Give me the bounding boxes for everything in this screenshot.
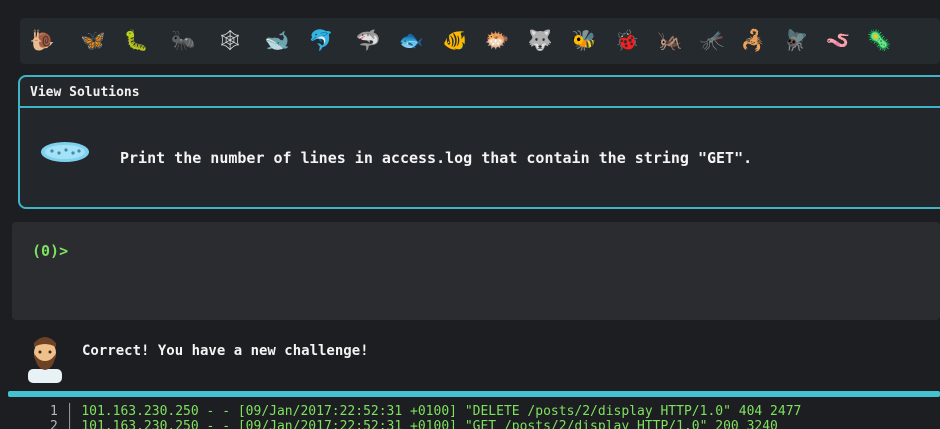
- progress-bar: [8, 391, 940, 397]
- species-icon-bar: 🐌 🦋 🐛 🐜 🕸 🐋 🐬 🦈 🐟 🐠 🐡 🐺 🐝 🐞 🦗 🦟 🦂 🪰 🪱 🦠: [20, 18, 940, 64]
- spider-web-icon[interactable]: 🕸: [216, 26, 244, 54]
- log-line: 2 │ 101.163.230.250 - - [09/Jan/2017:22:…: [50, 420, 778, 429]
- worm-icon[interactable]: 🪱: [824, 26, 852, 54]
- terminal-input[interactable]: (0)>: [12, 222, 940, 320]
- view-solutions-link[interactable]: View Solutions: [30, 85, 140, 100]
- snail-icon[interactable]: 🐌: [28, 26, 56, 54]
- line-number: 1: [50, 404, 58, 419]
- fish-icon[interactable]: 🐟: [397, 26, 425, 54]
- microbe-icon: [41, 142, 89, 162]
- feedback-message: Correct! You have a new challenge!: [82, 343, 369, 359]
- butterfly-icon[interactable]: 🦋: [79, 26, 107, 54]
- mosquito-icon[interactable]: 🦟: [698, 26, 726, 54]
- fly-icon[interactable]: 🪰: [782, 26, 810, 54]
- log-text: 101.163.230.250 - - [09/Jan/2017:22:52:3…: [81, 404, 802, 419]
- caterpillar-icon[interactable]: 🐛: [122, 26, 150, 54]
- dolphin-icon[interactable]: 🐬: [307, 26, 335, 54]
- line-number: 2: [50, 419, 58, 429]
- ant-icon[interactable]: 🐜: [169, 26, 197, 54]
- scorpion-icon[interactable]: 🦂: [739, 26, 767, 54]
- wolf-icon[interactable]: 🐺: [526, 26, 554, 54]
- tropical-fish-icon[interactable]: 🐠: [441, 26, 469, 54]
- panel-divider: [20, 106, 940, 108]
- bearded-person-avatar: [28, 337, 62, 383]
- log-preview: 1 │ 101.163.230.250 - - [09/Jan/2017:22:…: [0, 400, 940, 429]
- bee-icon[interactable]: 🐝: [570, 26, 598, 54]
- challenge-panel: View Solutions Print the number of lines…: [18, 75, 940, 209]
- line-separator: │: [65, 419, 74, 429]
- line-separator: │: [65, 404, 74, 419]
- shell-prompt: (0)>: [32, 242, 69, 260]
- shark-icon[interactable]: 🦈: [354, 26, 382, 54]
- cricket-icon[interactable]: 🦗: [656, 26, 684, 54]
- microbe-icon[interactable]: 🦠: [865, 26, 893, 54]
- ladybug-icon[interactable]: 🐞: [613, 26, 641, 54]
- challenge-text: Print the number of lines in access.log …: [120, 149, 753, 167]
- blowfish-icon[interactable]: 🐡: [483, 26, 511, 54]
- log-text: 101.163.230.250 - - [09/Jan/2017:22:52:3…: [81, 419, 778, 429]
- whale-icon[interactable]: 🐋: [263, 26, 291, 54]
- log-line: 1 │ 101.163.230.250 - - [09/Jan/2017:22:…: [50, 405, 801, 419]
